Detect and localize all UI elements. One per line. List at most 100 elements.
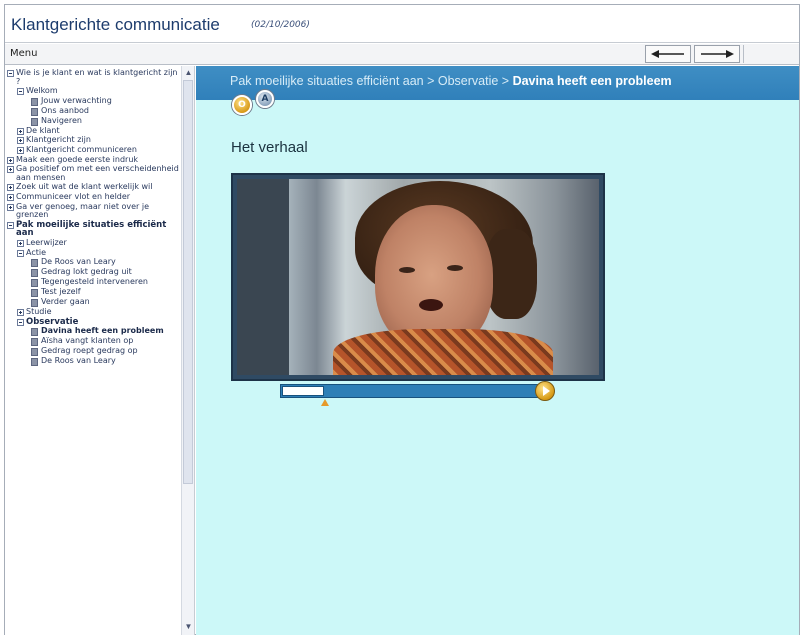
tree-item-label: Klantgericht communiceren [26, 144, 137, 154]
page-icon [31, 299, 38, 308]
menu-button[interactable]: Menu [10, 48, 37, 59]
tree-item[interactable]: De Roos van Leary [7, 257, 182, 268]
progress-track[interactable] [280, 384, 546, 406]
tree-item-label: Wie is je klant en wat is klantgericht z… [16, 68, 178, 86]
tree-item[interactable]: Pak moeilijke situaties efficiënt aan [7, 219, 182, 239]
tree-item[interactable]: Tegengesteld interveneren [7, 277, 182, 288]
progress-fill [282, 386, 324, 396]
page-icon [31, 259, 38, 268]
back-button[interactable] [645, 45, 691, 63]
page-icon [31, 348, 38, 357]
page-icon [31, 289, 38, 298]
expand-icon[interactable] [17, 239, 24, 247]
expand-icon[interactable] [7, 156, 14, 164]
tree-item[interactable]: Verder gaan [7, 297, 182, 308]
tree-item[interactable]: Observatie [7, 318, 182, 327]
tree-item[interactable]: Gedrag roept gedrag op [7, 347, 182, 357]
tree-item[interactable]: De Roos van Leary [7, 357, 182, 367]
tree-item[interactable]: Test jezelf [7, 287, 182, 298]
tree-item[interactable]: Actie [7, 247, 182, 258]
tree-item[interactable]: Studie [7, 307, 182, 317]
tree-item[interactable]: Ga positief om met een verscheidenheid a… [7, 164, 182, 182]
section-title: Het verhaal [231, 139, 308, 156]
play-button[interactable] [535, 381, 555, 401]
tree-item-label: Studie [26, 307, 52, 317]
app-window: Klantgerichte communicatie (02/10/2006) … [4, 4, 800, 635]
tree-item-label: Davina heeft een probleem [41, 326, 164, 336]
page-icon [31, 117, 38, 126]
tree-item[interactable]: Gedrag lokt gedrag uit [7, 267, 182, 278]
expand-icon[interactable] [7, 193, 14, 201]
app-date: (02/10/2006) [251, 20, 310, 30]
sidebar: Wie is je klant en wat is klantgericht z… [5, 66, 195, 635]
tree-item[interactable]: Leerwijzer [7, 237, 182, 248]
title-bar: Klantgerichte communicatie (02/10/2006) [5, 5, 799, 43]
tree-item[interactable]: Klantgericht zijn [7, 136, 182, 145]
tree-item[interactable]: Jouw verwachting [7, 95, 182, 106]
tree-item-label: Klantgericht zijn [26, 135, 91, 145]
tree-item-label: Communiceer vlot en helder [16, 191, 131, 201]
tree-item-label: Observatie [26, 316, 79, 327]
tree-item-label: Jouw verwachting [41, 95, 112, 105]
action-icon[interactable]: A [256, 90, 274, 108]
course-tree: Wie is je klant en wat is klantgericht z… [7, 68, 182, 367]
tree-item[interactable]: Communiceer vlot en helder [7, 191, 182, 202]
page-icon [31, 279, 38, 288]
tree-item[interactable]: Davina heeft een probleem [7, 326, 182, 337]
expand-icon[interactable] [7, 203, 14, 211]
tree-item[interactable]: Ga ver genoeg, maar niet over je grenzen [7, 201, 182, 220]
forward-button[interactable] [694, 45, 740, 63]
collapse-icon[interactable] [17, 318, 24, 326]
tree-item-label: Tegengesteld interveneren [41, 277, 148, 287]
tree-item[interactable]: Navigeren [7, 115, 182, 126]
observation-icon[interactable]: O [232, 95, 252, 115]
chevron-up-icon[interactable]: ▲ [184, 68, 193, 77]
tree-item-label: Navigeren [41, 115, 82, 125]
scrollbar-thumb[interactable] [183, 80, 193, 484]
content-pane: Pak moeilijke situaties efficiënt aan > … [196, 66, 799, 635]
page-icon [31, 328, 38, 337]
menu-bar: Menu [5, 44, 799, 65]
tree-item[interactable]: Aïsha vangt klanten op [7, 337, 182, 347]
collapse-icon[interactable] [7, 70, 14, 77]
tree-item-label: Verder gaan [41, 297, 90, 307]
expand-icon[interactable] [17, 309, 24, 317]
page-icon [31, 338, 38, 347]
sidebar-scrollbar[interactable]: ▲ ▼ [181, 66, 194, 635]
collapse-icon[interactable] [7, 221, 14, 229]
expand-icon[interactable] [17, 137, 24, 145]
expand-icon[interactable] [17, 127, 24, 135]
page-icon [31, 97, 38, 106]
tree-item[interactable]: Klantgericht communiceren [7, 144, 182, 155]
tree-item-label: Pak moeilijke situaties efficiënt aan [16, 219, 167, 239]
menu-spacer [743, 45, 797, 63]
tree-item-label: Gedrag lokt gedrag uit [41, 267, 132, 277]
view-tabs: O A [232, 90, 292, 118]
video-frame [237, 179, 599, 375]
tree-item-label: Welkom [26, 86, 58, 96]
collapse-icon[interactable] [17, 88, 24, 96]
collapse-icon[interactable] [17, 249, 24, 257]
page-icon [31, 269, 38, 278]
tree-item[interactable]: Wie is je klant en wat is klantgericht z… [7, 68, 182, 86]
tree-item-label: Leerwijzer [26, 237, 67, 247]
expand-icon[interactable] [7, 184, 14, 192]
tree-item[interactable]: Maak een goede eerste indruk [7, 155, 182, 165]
tree-item[interactable]: Ons aanbod [7, 105, 182, 116]
page-icon [31, 358, 38, 367]
tree-item[interactable]: Welkom [7, 87, 182, 96]
breadcrumb-path[interactable]: Pak moeilijke situaties efficiënt aan > … [230, 74, 513, 88]
tree-item[interactable]: Zoek uit wat de klant werkelijk wil [7, 183, 182, 192]
tree-item-label: Ga ver genoeg, maar niet over je grenzen [16, 201, 150, 220]
chevron-down-icon[interactable]: ▼ [184, 622, 193, 631]
tree-item[interactable]: De klant [7, 126, 182, 136]
page-icon [31, 107, 38, 116]
progress-marker-icon[interactable] [321, 399, 329, 406]
expand-icon[interactable] [7, 166, 14, 174]
tree-item-label: Zoek uit wat de klant werkelijk wil [16, 182, 153, 192]
tree-item-label: Ons aanbod [41, 105, 90, 115]
video-player[interactable] [231, 173, 605, 381]
expand-icon[interactable] [17, 146, 24, 154]
breadcrumb-current: Davina heeft een probleem [512, 74, 672, 88]
tree-item-label: Actie [26, 247, 47, 257]
